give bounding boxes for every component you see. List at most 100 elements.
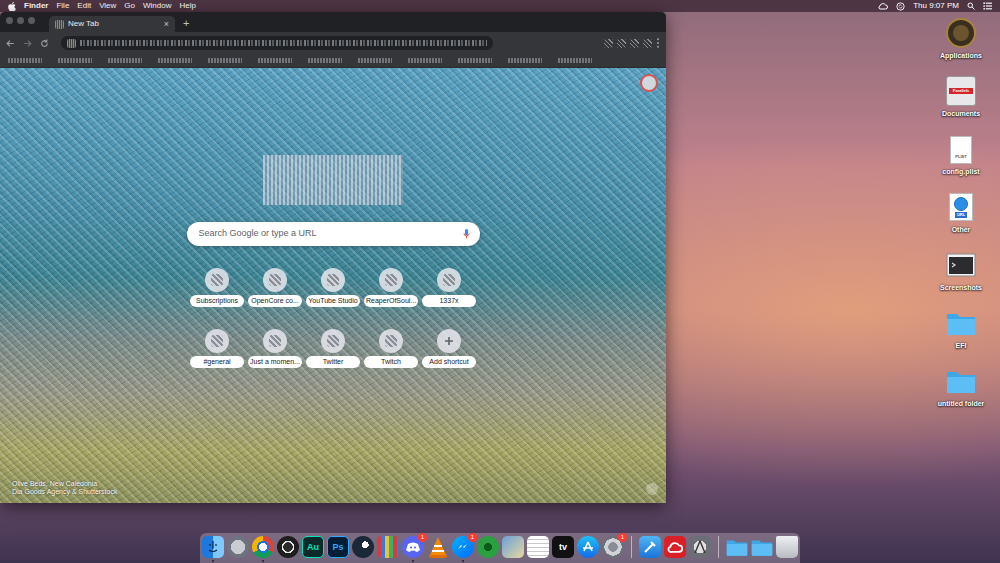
dock-item[interactable] [352,536,374,558]
spotlight-icon[interactable] [967,2,975,10]
textedit-icon[interactable] [527,536,549,558]
bookmark-glitch[interactable] [508,58,542,63]
credit-line[interactable]: Dia Goods Agency & Shutterstock [12,488,117,497]
dock-item[interactable]: 1 [402,536,424,558]
credit-line[interactable]: Olive Beds, New Caledonia [12,480,117,489]
shortcut-circle[interactable] [321,329,345,353]
folder-icon[interactable] [751,536,773,558]
shortcut-tile[interactable]: Just a momen... [246,329,304,368]
browser-tab[interactable]: New Tab× [49,16,175,32]
desktop-icon[interactable]: ParallelsDocuments [942,74,980,132]
shortcut-tile[interactable]: YouTube Studio [304,268,362,307]
dock-item[interactable] [377,536,399,558]
steam-icon[interactable] [352,536,374,558]
sync-icon[interactable] [896,2,905,11]
dock-item[interactable] [477,536,499,558]
books-icon[interactable] [377,536,399,558]
shortcut-tile[interactable]: Twitter [304,329,362,368]
bookmark-glitch[interactable] [108,58,142,63]
menu-item[interactable]: Edit [77,0,91,12]
apple-icon[interactable] [8,2,16,11]
bookmark-glitch[interactable] [458,58,492,63]
desktop-icon[interactable]: Applications [940,16,982,74]
shortcut-circle[interactable] [379,268,403,292]
site-info-icon[interactable] [67,39,76,48]
profile-avatar-icon[interactable] [640,74,658,92]
customize-icon[interactable] [646,483,658,495]
dock-item[interactable]: Au [302,536,324,558]
urldoc-icon[interactable]: URL [946,192,976,222]
desktop-icon[interactable]: URLOther [946,190,976,248]
minimize-button[interactable] [17,17,24,24]
app-menu[interactable]: Finder [24,0,48,12]
shortcut-circle[interactable] [379,329,403,353]
close-tab-button[interactable]: × [164,20,169,29]
bookmark-glitch[interactable] [258,58,292,63]
dock-item[interactable] [227,536,249,558]
bookmark-glitch[interactable] [408,58,442,63]
shortcut-circle[interactable] [205,268,229,292]
clock[interactable]: Thu 9:07 PM [913,0,959,12]
utility-icon[interactable] [689,536,711,558]
zoom-button[interactable] [28,17,35,24]
reload-icon[interactable] [40,39,49,48]
microphone-icon[interactable] [463,229,470,239]
dock-item[interactable]: 1 [452,536,474,558]
shortcut-tile[interactable]: OpenCore co... [246,268,304,307]
dock-item[interactable] [689,536,711,558]
shortcut-tile[interactable]: Twitch [362,329,420,368]
audition-icon[interactable]: Au [302,536,324,558]
extension-icon[interactable] [630,39,639,48]
obs-icon[interactable] [277,536,299,558]
extension-icon[interactable] [643,39,652,48]
dock-item[interactable] [776,536,798,558]
chrome-icon[interactable] [252,536,274,558]
dock-item[interactable] [527,536,549,558]
preview-icon[interactable] [502,536,524,558]
dock-item[interactable]: 1 [602,536,624,558]
search-input[interactable] [199,227,455,241]
bookmark-glitch[interactable] [358,58,392,63]
folder-icon[interactable] [726,536,748,558]
bookmark-glitch[interactable] [8,58,42,63]
notification-center-icon[interactable] [983,2,992,10]
dock-item[interactable] [277,536,299,558]
dock-item[interactable] [726,536,748,558]
shortcut-circle[interactable] [263,268,287,292]
desktop-icon[interactable]: untitled folder [938,364,985,422]
menu-item[interactable]: File [56,0,69,12]
dock-item[interactable] [751,536,773,558]
menu-item[interactable]: Go [124,0,135,12]
menu-item[interactable]: Help [179,0,195,12]
extension-icon[interactable] [617,39,626,48]
dock-item[interactable] [639,536,661,558]
screenshot-icon[interactable] [946,250,976,280]
appletv-icon[interactable]: tv [552,536,574,558]
bookmark-glitch[interactable] [158,58,192,63]
creativecloud-icon[interactable] [664,536,686,558]
dock-item[interactable] [427,536,449,558]
desktop-icon[interactable]: EFI [946,306,976,364]
address-bar[interactable] [61,36,493,50]
disk-icon[interactable] [946,18,976,48]
dock-item[interactable]: tv [552,536,574,558]
menu-item[interactable]: View [99,0,116,12]
finder-icon[interactable] [202,536,224,558]
folder-icon[interactable] [946,366,976,396]
shortcut-tile[interactable]: Subscriptions [188,268,246,307]
back-icon[interactable] [6,39,15,48]
shortcut-tile[interactable]: 1337x [420,268,478,307]
bookmark-glitch[interactable] [308,58,342,63]
appstore-icon[interactable] [577,536,599,558]
menu-icon[interactable] [656,38,660,48]
shortcut-circle[interactable] [263,329,287,353]
desktop-icon[interactable]: Screenshots [940,248,982,306]
bookmark-glitch[interactable] [558,58,592,63]
desktop-icon[interactable]: PLISTconfig.plist [942,132,979,190]
bookmark-glitch[interactable] [208,58,242,63]
shortcut-circle[interactable] [437,329,461,353]
parallels-icon[interactable]: Parallels [946,76,976,106]
photo-credit[interactable]: Olive Beds, New CaledoniaDia Goods Agenc… [0,480,117,504]
menu-item[interactable]: Window [143,0,171,12]
dock-item[interactable]: Ps [327,536,349,558]
